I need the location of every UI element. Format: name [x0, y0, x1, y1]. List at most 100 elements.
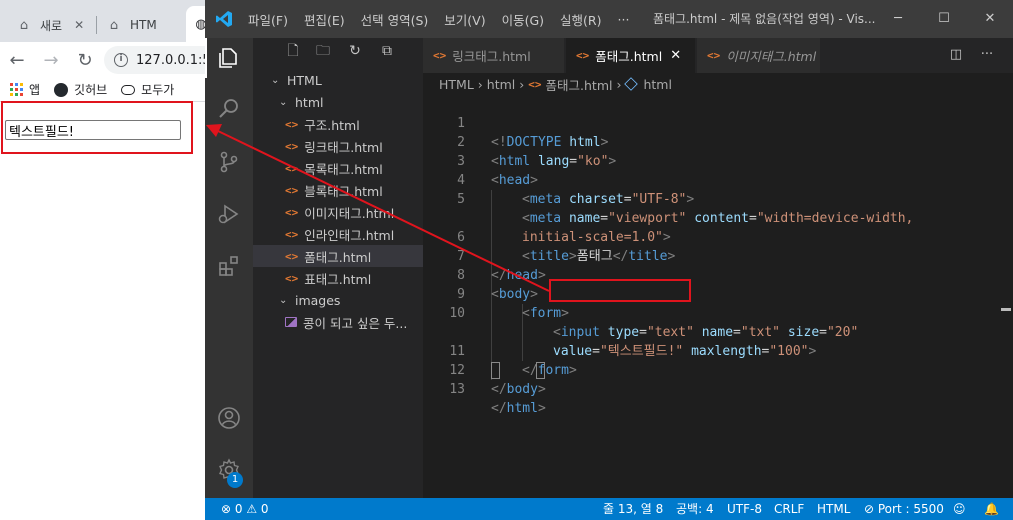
- notifications-bell-icon[interactable]: 🔔: [984, 498, 999, 520]
- tree-file[interactable]: <> 이미지태그.html: [253, 201, 423, 223]
- tree-folder-html[interactable]: ⌄ html: [253, 91, 423, 113]
- code-line: 11 </form>: [423, 323, 1013, 378]
- tree-label: 표태그.html: [304, 271, 372, 287]
- html-file-icon: <>: [285, 139, 299, 153]
- html-file-icon: <>: [285, 183, 299, 197]
- tab-form-html[interactable]: <> 폼태그.html ✕: [566, 38, 696, 73]
- tree-file[interactable]: <> 인라인태그.html: [253, 223, 423, 245]
- menu-file[interactable]: 파일(F): [248, 10, 288, 29]
- tree-file[interactable]: <> 표태그.html: [253, 267, 423, 289]
- breadcrumb-item[interactable]: html: [643, 77, 671, 92]
- settings-update-badge: 1: [227, 472, 243, 488]
- active-indicator: [205, 38, 207, 78]
- code-text: </body>: [491, 380, 546, 399]
- bookmark-github[interactable]: 깃허브: [54, 81, 107, 98]
- bookmark-apps[interactable]: 앱: [10, 81, 40, 98]
- code-token: >: [537, 382, 546, 397]
- breadcrumb-item[interactable]: HTML: [439, 77, 474, 92]
- minimap-cursor-marker: [1001, 308, 1011, 311]
- tree-file[interactable]: <> 링크태그.html: [253, 135, 423, 157]
- browser-tab-html[interactable]: ⌂ HTM: [106, 8, 157, 42]
- tree-root-html[interactable]: ⌄ HTML: [253, 69, 423, 91]
- tree-label: 목록태그.html: [304, 161, 383, 177]
- chevron-down-icon: ⌄: [279, 96, 288, 108]
- run-debug-icon[interactable]: [217, 202, 241, 226]
- tree-file-selected[interactable]: <> 폼태그.html: [253, 245, 423, 267]
- symbol-cube-icon: [624, 77, 639, 91]
- account-icon[interactable]: [217, 406, 241, 430]
- code-token: body: [506, 382, 538, 397]
- more-actions-icon[interactable]: ···: [979, 47, 995, 63]
- github-icon: [54, 82, 69, 97]
- explorer-sidebar: 🗋 🗀 ↻ ⧉ ⌄ HTML ⌄ html <> 구조.html <> 링크태그…: [253, 38, 423, 498]
- breadcrumb-item[interactable]: html: [487, 77, 515, 92]
- menu-bar: 파일(F) 편집(E) 선택 영역(S) 보기(V) 이동(G) 실행(R) ·…: [248, 0, 645, 38]
- title-bar: 파일(F) 편집(E) 선택 영역(S) 보기(V) 이동(G) 실행(R) ·…: [205, 0, 1013, 38]
- browser-tab-new[interactable]: ⌂ 새로 ✕: [16, 8, 84, 42]
- tab-link-html[interactable]: <> 링크태그.html: [423, 38, 565, 73]
- language-status[interactable]: HTML: [817, 498, 850, 520]
- minimize-icon[interactable]: ─: [875, 0, 921, 38]
- breadcrumb-item[interactable]: 폼태그.html: [546, 75, 613, 94]
- extensions-icon[interactable]: [217, 254, 241, 278]
- code-editor[interactable]: 1 <!DOCTYPE html> 2 <html lang="ko"> 3 <…: [423, 95, 1013, 498]
- chevron-down-icon: ⌄: [271, 74, 280, 86]
- code-line-wrapped: initial-scale=1.0">: [423, 190, 1013, 245]
- code-line-wrapped: value="텍스트필드!" maxlength="100">: [423, 304, 1013, 359]
- address-text: 127.0.0.1:5: [136, 52, 211, 68]
- bookmark-label: 깃허브: [74, 83, 108, 97]
- source-control-icon[interactable]: [217, 150, 241, 174]
- tab-label: 링크태그.html: [452, 49, 531, 64]
- tree-file[interactable]: <> 블록태그.html: [253, 179, 423, 201]
- menu-go[interactable]: 이동(G): [502, 10, 544, 29]
- tree-image-file[interactable]: 콩이 되고 싶은 두...: [253, 311, 423, 333]
- new-file-icon[interactable]: 🗋: [285, 43, 301, 59]
- refresh-icon[interactable]: ↻: [347, 43, 363, 59]
- close-window-icon[interactable]: ✕: [967, 0, 1013, 38]
- collapse-all-icon[interactable]: ⧉: [379, 43, 395, 59]
- tree-folder-images[interactable]: ⌄ images: [253, 289, 423, 311]
- menu-edit[interactable]: 편집(E): [304, 10, 345, 29]
- tab-image-html[interactable]: <> 이미지태그.html: [697, 38, 821, 73]
- forward-icon[interactable]: →: [34, 50, 68, 71]
- breadcrumb: HTML › html › <> 폼태그.html › html: [423, 73, 1013, 95]
- menu-run[interactable]: 실행(R): [560, 10, 601, 29]
- menu-view[interactable]: 보기(V): [444, 10, 485, 29]
- bookmark-label: 모두가: [141, 83, 175, 97]
- split-editor-icon[interactable]: ◫: [948, 47, 964, 63]
- browser-tab-strip: ⌂ 새로 ✕ ⌂ HTM ◍: [0, 0, 216, 42]
- home-icon: ⌂: [19, 17, 29, 33]
- info-icon[interactable]: i: [114, 53, 128, 67]
- maximize-icon[interactable]: ☐: [921, 0, 967, 38]
- tree-file[interactable]: <> 목록태그.html: [253, 157, 423, 179]
- close-icon[interactable]: ✕: [670, 48, 681, 63]
- bookmark-label: 앱: [29, 83, 41, 97]
- code-line: 12 </body>: [423, 342, 1013, 397]
- tree-label: 구조.html: [304, 117, 360, 133]
- problems-status[interactable]: ⊗ 0 ⚠ 0: [221, 498, 269, 520]
- menu-more[interactable]: ···: [618, 12, 630, 27]
- new-folder-icon[interactable]: 🗀: [315, 43, 331, 59]
- cursor-position-status[interactable]: 줄 13, 열 8: [603, 498, 663, 520]
- feedback-icon[interactable]: ☺: [953, 498, 966, 520]
- home-icon: ⌂: [109, 17, 119, 33]
- back-icon[interactable]: ←: [0, 50, 34, 71]
- code-line: 13 </html>: [423, 361, 1013, 416]
- menu-selection[interactable]: 선택 영역(S): [361, 10, 429, 29]
- indentation-status[interactable]: 공백: 4: [676, 498, 714, 520]
- live-server-port-status[interactable]: ⊘ Port : 5500: [864, 498, 944, 520]
- bookmark-modu[interactable]: 모두가: [121, 81, 174, 98]
- breadcrumb-separator: ›: [519, 76, 525, 92]
- reload-icon[interactable]: ↻: [68, 50, 102, 71]
- tree-label: 인라인태그.html: [304, 227, 395, 243]
- close-icon[interactable]: ✕: [74, 18, 84, 32]
- code-token: </: [491, 382, 507, 397]
- encoding-status[interactable]: UTF-8: [727, 498, 762, 520]
- explorer-icon[interactable]: [217, 46, 241, 70]
- tree-file[interactable]: <> 구조.html: [253, 113, 423, 135]
- search-icon[interactable]: [217, 96, 241, 120]
- html-file-icon: <>: [528, 77, 542, 91]
- tab-label: 이미지태그.html: [726, 49, 817, 64]
- html-file-icon: <>: [285, 117, 299, 131]
- eol-status[interactable]: CRLF: [774, 498, 804, 520]
